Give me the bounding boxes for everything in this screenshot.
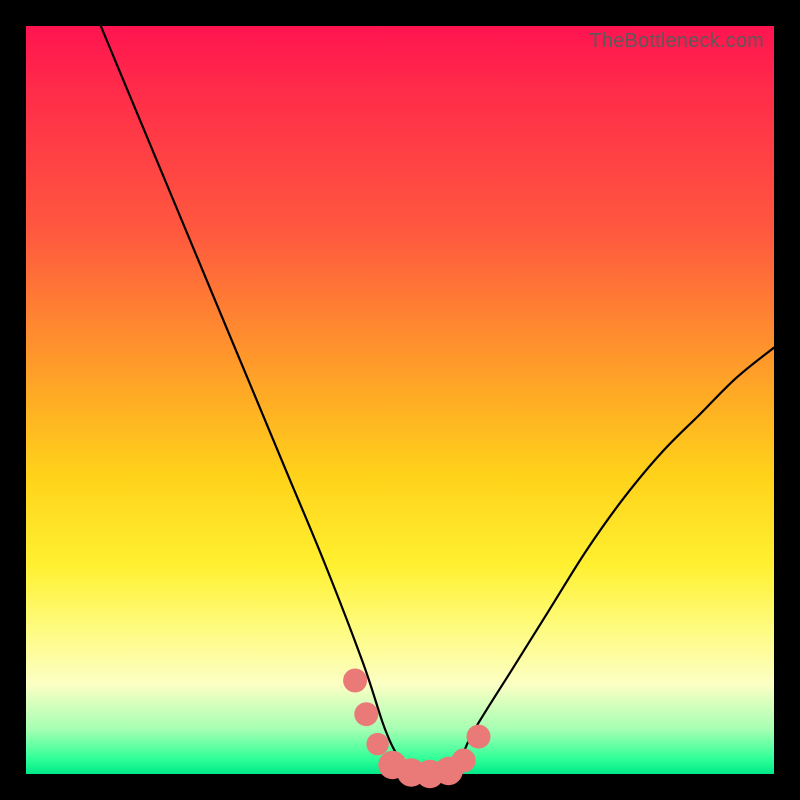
marker-dot xyxy=(452,749,476,773)
marker-dot xyxy=(366,733,388,755)
plot-area: TheBottleneck.com xyxy=(26,26,774,774)
marker-dot xyxy=(354,702,378,726)
chart-frame: TheBottleneck.com xyxy=(0,0,800,800)
marker-dot xyxy=(343,669,367,693)
chart-svg xyxy=(26,26,774,774)
bottleneck-curve-path xyxy=(101,26,774,775)
marker-dot xyxy=(467,725,491,749)
marker-layer xyxy=(343,669,490,789)
